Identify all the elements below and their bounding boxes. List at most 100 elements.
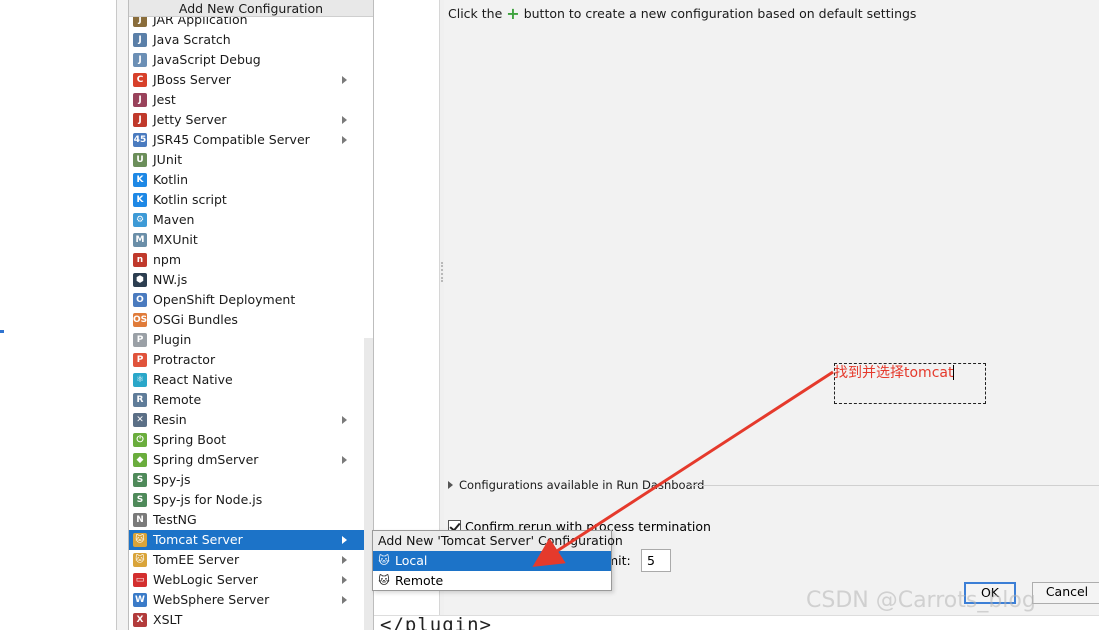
list-item-react-native[interactable]: ⚛ React Native — [129, 370, 365, 390]
list-item-label: Tomcat Server — [153, 532, 243, 547]
submenu-arrow-icon — [342, 116, 347, 124]
list-item-testng[interactable]: N TestNG — [129, 510, 365, 530]
popup-title: Add New Configuration — [129, 0, 373, 17]
list-item-label: NW.js — [153, 272, 188, 287]
submenu-title: Add New 'Tomcat Server' Configuration — [373, 531, 623, 551]
expand-triangle-icon[interactable] — [448, 481, 453, 489]
websphere-icon: W — [133, 593, 147, 607]
configuration-tree-panel — [374, 0, 440, 615]
submenu-item-remote[interactable]: 🐱 Remote — [373, 571, 611, 591]
list-item-label: Maven — [153, 212, 195, 227]
list-item-javascript-debug[interactable]: J JavaScript Debug — [129, 50, 365, 70]
protractor-icon: P — [133, 353, 147, 367]
cancel-button[interactable]: Cancel — [1032, 582, 1099, 604]
list-item-websphere-server[interactable]: W WebSphere Server — [129, 590, 365, 610]
list-item-maven[interactable]: ⚙ Maven — [129, 210, 365, 230]
tomcat-remote-icon: 🐱 — [378, 574, 390, 587]
spring-boot-icon: ⏻ — [133, 433, 147, 447]
list-item-label: JSR45 Compatible Server — [153, 132, 310, 147]
list-item-label: Spring Boot — [153, 432, 227, 447]
spyjs-node-icon: S — [133, 493, 147, 507]
list-item-osgi-bundles[interactable]: OS OSGi Bundles — [129, 310, 365, 330]
list-item-resin[interactable]: ✕ Resin — [129, 410, 365, 430]
submenu-item-label: Local — [395, 553, 428, 568]
list-item-weblogic-server[interactable]: ▭ WebLogic Server — [129, 570, 365, 590]
list-item-label: Spy-js — [153, 472, 191, 487]
kotlin-icon: K — [133, 173, 147, 187]
list-item-kotlin[interactable]: K Kotlin — [129, 170, 365, 190]
mxunit-icon: M — [133, 233, 147, 247]
list-item-remote[interactable]: R Remote — [129, 390, 365, 410]
list-item-junit[interactable]: U JUnit — [129, 150, 365, 170]
temporary-limit-input[interactable]: 5 — [641, 549, 671, 572]
list-item-nw-js[interactable]: ⬢ NW.js — [129, 270, 365, 290]
list-item-label: Jest — [153, 92, 176, 107]
testng-icon: N — [133, 513, 147, 527]
list-item-label: Spring dmServer — [153, 452, 259, 467]
submenu-item-label: Remote — [395, 573, 444, 588]
list-item-npm[interactable]: n npm — [129, 250, 365, 270]
list-item-label: Resin — [153, 412, 187, 427]
maven-gear-icon: ⚙ — [133, 213, 147, 227]
weblogic-icon: ▭ — [133, 573, 147, 587]
list-item-tomcat-server[interactable]: 🐱 Tomcat Server — [129, 530, 365, 550]
list-item-label: MXUnit — [153, 232, 198, 247]
list-item-jsr45-compatible-server[interactable]: 45 JSR45 Compatible Server — [129, 130, 365, 150]
list-item-label: Kotlin — [153, 172, 188, 187]
spyjs-icon: S — [133, 473, 147, 487]
list-item-label: OpenShift Deployment — [153, 292, 296, 307]
section-divider — [690, 485, 1099, 486]
list-item-protractor[interactable]: P Protractor — [129, 350, 365, 370]
splitter-grip[interactable] — [441, 262, 443, 282]
list-item-label: JBoss Server — [153, 72, 231, 87]
js-debug-icon: J — [133, 53, 147, 67]
list-item-xslt[interactable]: X XSLT — [129, 610, 365, 630]
add-new-configuration-popup: Add New Configuration J JAR Application J J… — [128, 0, 374, 630]
plugin-icon: P — [133, 333, 147, 347]
list-item-spy-js[interactable]: S Spy-js — [129, 470, 365, 490]
list-item-jboss-server[interactable]: C JBoss Server — [129, 70, 365, 90]
submenu-arrow-icon — [342, 556, 347, 564]
list-item-label: WebLogic Server — [153, 572, 258, 587]
list-item-label: XSLT — [153, 612, 183, 627]
java-scratch-icon: J — [133, 33, 147, 47]
remote-icon: R — [133, 393, 147, 407]
list-item-kotlin-script[interactable]: K Kotlin script — [129, 190, 365, 210]
submenu-arrow-icon — [342, 136, 347, 144]
nwjs-icon: ⬢ — [133, 273, 147, 287]
list-item-label: OSGi Bundles — [153, 312, 238, 327]
tomcat-local-icon: 🐱 — [378, 554, 390, 567]
list-item-java-scratch[interactable]: J Java Scratch — [129, 30, 365, 50]
tomcat-submenu: Add New 'Tomcat Server' Configuration 🐱 … — [372, 530, 623, 591]
text-caret — [953, 365, 955, 380]
list-item-spring-dmserver[interactable]: ◆ Spring dmServer — [129, 450, 365, 470]
list-item-spy-js-for-node-js[interactable]: S Spy-js for Node.js — [129, 490, 365, 510]
submenu-arrow-icon — [342, 416, 347, 424]
list-item-plugin[interactable]: P Plugin — [129, 330, 365, 350]
list-item-openshift-deployment[interactable]: O OpenShift Deployment — [129, 290, 365, 310]
list-item-spring-boot[interactable]: ⏻ Spring Boot — [129, 430, 365, 450]
jboss-icon: C — [133, 73, 147, 87]
annotation-text: 找到并选择tomcat — [834, 362, 955, 382]
watermark: CSDN @Carrots_blog — [806, 588, 1036, 613]
submenu-arrow-icon — [342, 76, 347, 84]
list-item-tomee-server[interactable]: 🐱 TomEE Server — [129, 550, 365, 570]
list-item-jest[interactable]: J Jest — [129, 90, 365, 110]
list-item-label: npm — [153, 252, 182, 267]
tomcat-icon: 🐱 — [133, 533, 147, 547]
list-item-mxunit[interactable]: M MXUnit — [129, 230, 365, 250]
annotation-label: 找到并选择tomcat — [834, 365, 954, 381]
hint-suffix: button to create a new configuration bas… — [523, 6, 917, 21]
list-item-jetty-server[interactable]: J Jetty Server — [129, 110, 365, 130]
junit-icon: U — [133, 153, 147, 167]
list-item-label: React Native — [153, 372, 233, 387]
submenu-item-local[interactable]: 🐱 Local — [373, 551, 611, 571]
hint-text: Click the + button to create a new configu… — [448, 4, 916, 23]
submenu-arrow-icon — [342, 576, 347, 584]
submenu-arrow-icon — [342, 456, 347, 464]
run-dashboard-section[interactable]: Configurations available in Run Dashboar… — [448, 478, 1099, 494]
list-item-label: WebSphere Server — [153, 592, 270, 607]
list-item-label: TestNG — [153, 512, 197, 527]
jsr45-icon: 45 — [133, 133, 147, 147]
kotlin-script-icon: K — [133, 193, 147, 207]
